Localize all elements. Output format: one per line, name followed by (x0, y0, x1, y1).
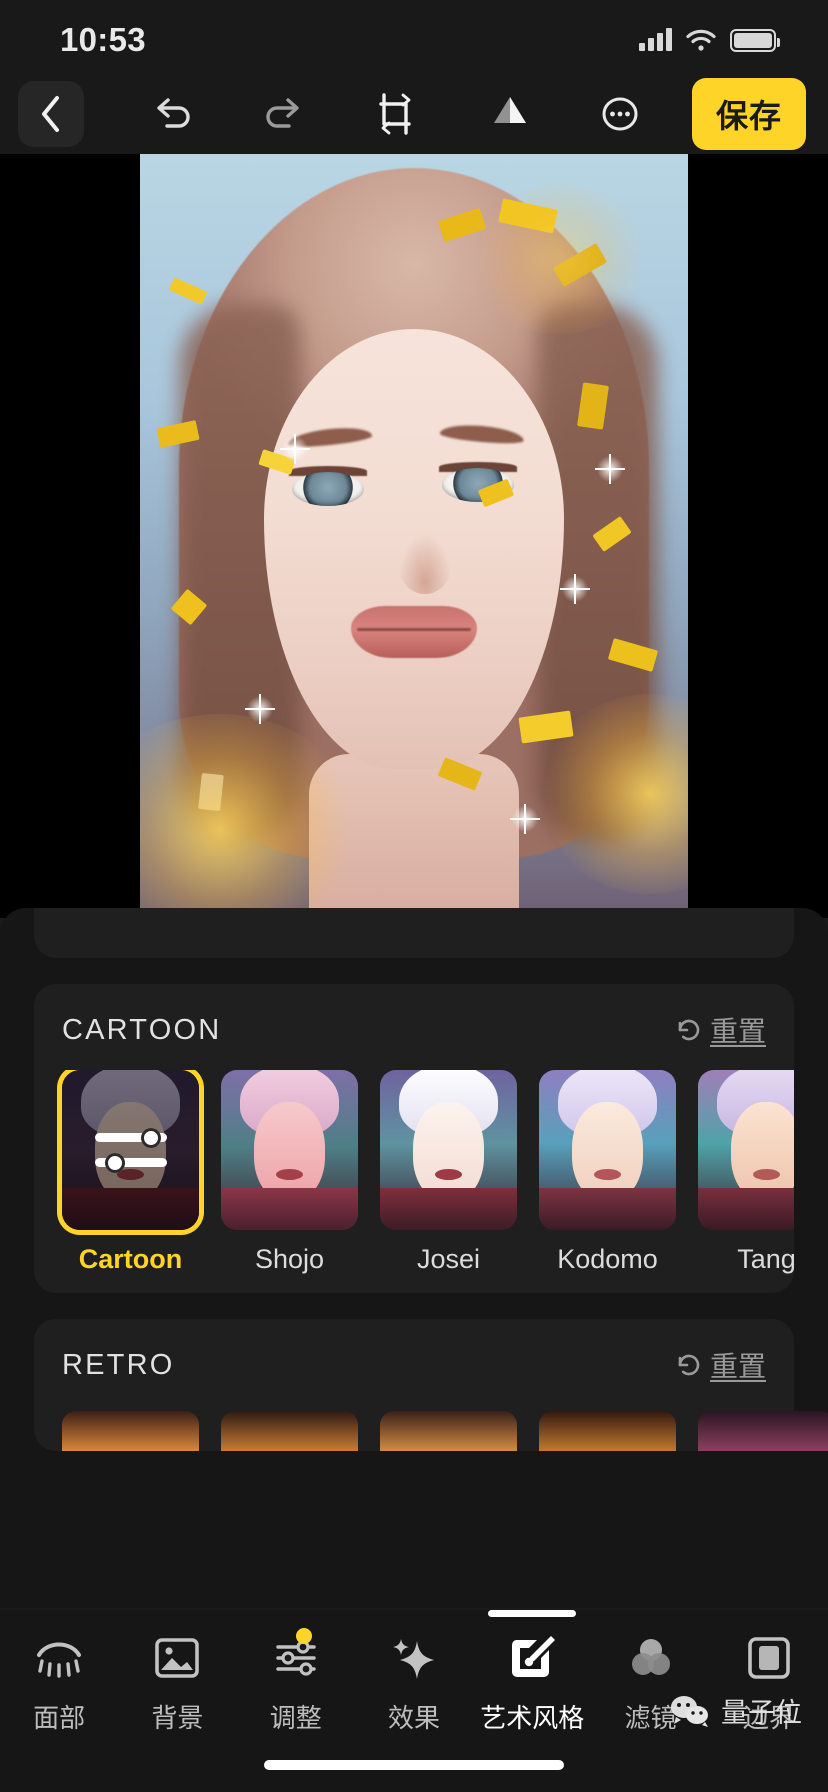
watermark-text: 量子位 (721, 1698, 802, 1728)
style-thumbnail[interactable] (539, 1070, 676, 1230)
photo-canvas[interactable] (0, 154, 828, 918)
app-screen: 10:53 保存 CARTOON 重置 Cartoon Shojo Josei … (0, 0, 828, 1792)
active-tab-indicator (488, 1610, 577, 1617)
tab-art-style[interactable]: 艺术风格 (479, 1610, 585, 1735)
undo-icon (157, 98, 190, 128)
photo-lips (351, 606, 477, 658)
sparkle-icon (280, 434, 310, 464)
status-bar: 10:53 (0, 0, 828, 74)
style-label: Josei (416, 1244, 481, 1274)
tab-label: 调整 (269, 1703, 322, 1733)
style-label: Kodomo (557, 1244, 658, 1274)
style-item-cartoon[interactable]: Cartoon (62, 1070, 199, 1275)
photo-eye-left (292, 472, 364, 506)
style-item-josei[interactable]: Josei (380, 1070, 517, 1275)
style-panel[interactable]: Gothic Trendy Blockbuster Golden Per (0, 908, 828, 1608)
back-button[interactable] (18, 81, 84, 147)
eraser-icon (493, 97, 526, 123)
chevron-left-icon (42, 96, 59, 132)
reset-button[interactable]: 重置 (676, 1010, 766, 1050)
border-frame-icon (741, 1630, 797, 1686)
style-thumbnail[interactable] (221, 1411, 358, 1451)
redo-icon (266, 98, 299, 128)
style-thumbnail[interactable] (380, 1411, 517, 1451)
bottom-tab-bar[interactable]: 面部 背景 调整 效果 艺术风格 滤镜 边界 量子位 (0, 1610, 828, 1792)
wechat-icon (669, 1694, 711, 1728)
rotate-ccw-icon (678, 1354, 700, 1376)
style-thumbnail[interactable] (698, 1070, 794, 1230)
sparkles-icon (386, 1630, 442, 1686)
undo-button[interactable] (149, 91, 195, 137)
battery-icon (730, 28, 780, 52)
tab-label: 艺术风格 (480, 1703, 585, 1733)
filter-circles-icon (623, 1630, 679, 1686)
style-label: Tang (737, 1244, 794, 1274)
retro-style-row[interactable] (34, 1411, 828, 1451)
section-title: RETRO (62, 1348, 175, 1381)
tab-face[interactable]: 面部 (6, 1630, 112, 1735)
status-indicators (639, 23, 780, 52)
more-ellipsis-icon (602, 97, 638, 131)
style-thumbnail[interactable] (62, 1070, 199, 1230)
style-thumbnail[interactable] (380, 1070, 517, 1230)
cartoon-style-row[interactable]: Cartoon Shojo Josei Kodomo Tang (34, 1070, 794, 1275)
tab-label: 面部 (33, 1703, 86, 1733)
style-item-kodomo[interactable]: Kodomo (539, 1070, 676, 1275)
save-button[interactable]: 保存 (691, 78, 806, 150)
style-item-shojo[interactable]: Shojo (221, 1070, 358, 1275)
sparkle-icon (245, 694, 275, 724)
section-header: RETRO 重置 (34, 1345, 794, 1405)
section-header: CARTOON 重置 (34, 1010, 794, 1070)
tab-label: 背景 (151, 1703, 204, 1733)
photo-nose (398, 534, 452, 594)
style-section-cartoon[interactable]: CARTOON 重置 Cartoon Shojo Josei Kodomo Ta… (34, 984, 794, 1293)
rotate-ccw-icon (678, 1019, 700, 1041)
reset-label: 重置 (709, 1351, 766, 1382)
more-button[interactable] (597, 91, 643, 137)
art-brush-icon (504, 1630, 560, 1686)
cellular-signal-icon (639, 28, 672, 51)
new-badge-dot (295, 1628, 312, 1644)
reset-label: 重置 (709, 1016, 766, 1047)
toolbar-actions (114, 91, 678, 137)
sliders-icon (62, 1070, 199, 1230)
tab-adjust[interactable]: 调整 (243, 1628, 349, 1735)
style-thumbnail[interactable] (698, 1411, 828, 1451)
style-item-tang[interactable]: Tang (698, 1070, 794, 1275)
style-thumbnail[interactable] (221, 1070, 358, 1230)
tab-label: 效果 (387, 1703, 440, 1733)
style-thumbnail[interactable] (62, 1411, 199, 1451)
crop-button[interactable] (373, 91, 419, 137)
photo-glow (470, 184, 650, 334)
style-section-clipped[interactable]: Gothic Trendy Blockbuster Golden Per (34, 908, 794, 958)
crop-icon (379, 93, 411, 135)
wifi-icon (686, 29, 716, 51)
confetti-piece (168, 277, 208, 305)
face-eye-icon (31, 1630, 87, 1686)
style-label: Shojo (254, 1244, 325, 1274)
top-toolbar: 保存 (0, 74, 828, 154)
style-thumbnail[interactable] (539, 1411, 676, 1451)
section-title: CARTOON (62, 1013, 222, 1046)
reset-button[interactable]: 重置 (676, 1345, 766, 1385)
edited-photo[interactable] (140, 154, 688, 918)
sparkle-icon (595, 454, 625, 484)
style-label: Cartoon (78, 1244, 183, 1274)
redo-button[interactable] (261, 91, 307, 137)
status-time: 10:53 (60, 21, 146, 58)
sliders-icon (268, 1628, 324, 1686)
sparkle-icon (510, 804, 540, 834)
watermark: 量子位 (669, 1691, 802, 1730)
style-section-retro[interactable]: RETRO 重置 (34, 1319, 828, 1451)
sparkle-icon (560, 574, 590, 604)
tab-effects[interactable]: 效果 (361, 1630, 467, 1735)
eraser-button[interactable] (485, 91, 531, 137)
home-indicator (264, 1760, 564, 1770)
image-icon (149, 1630, 205, 1686)
tab-background[interactable]: 背景 (124, 1630, 230, 1735)
